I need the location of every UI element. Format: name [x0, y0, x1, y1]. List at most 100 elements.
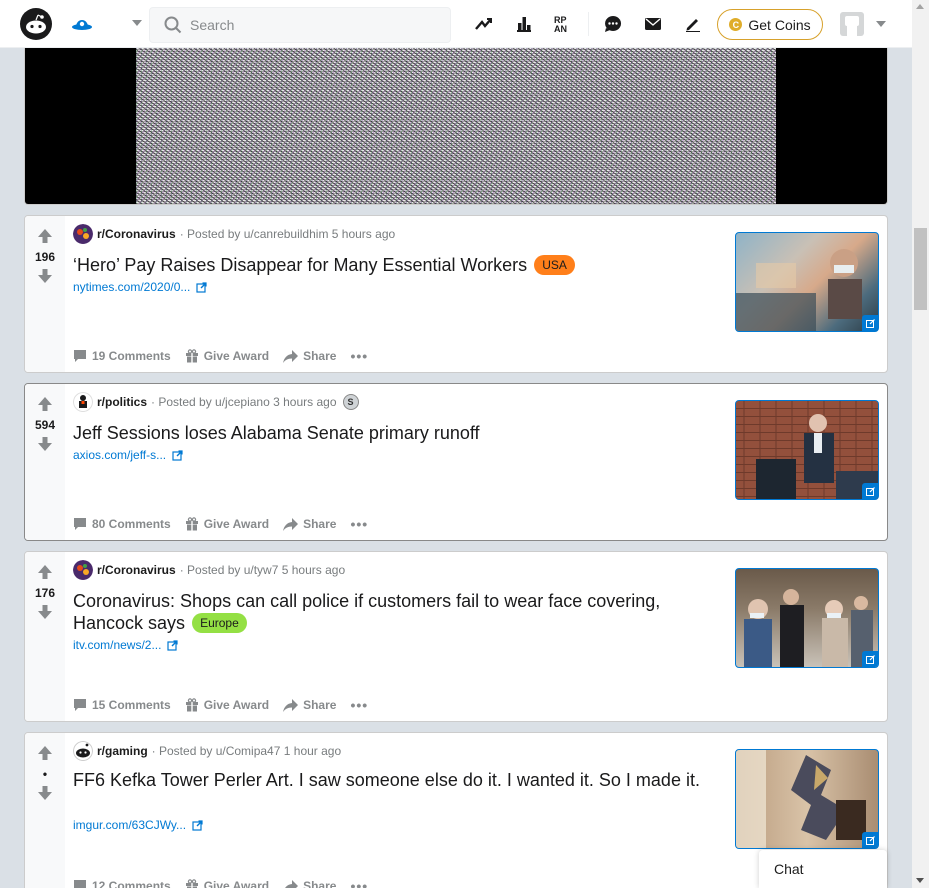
comments-label: 15 Comments — [92, 698, 171, 712]
page-scrollbar[interactable] — [912, 0, 929, 888]
top-header: RPAN C Get Coins — [0, 0, 912, 48]
thumbnail-external-icon — [862, 651, 878, 667]
upvote-icon[interactable] — [37, 396, 53, 412]
subreddit-link[interactable]: r/gaming — [97, 744, 148, 758]
reddit-logo[interactable] — [20, 8, 52, 40]
comment-icon — [74, 518, 86, 530]
post-title[interactable]: Jeff Sessions loses Alabama Senate prima… — [73, 422, 703, 444]
comments-button[interactable]: 19 Comments — [73, 349, 171, 363]
all-icon[interactable] — [512, 12, 536, 36]
give-award-label: Give Award — [203, 879, 270, 888]
post-title-text[interactable]: Coronavirus: Shops can call police if cu… — [73, 591, 660, 633]
post-thumbnail[interactable] — [735, 749, 879, 849]
downvote-icon[interactable] — [37, 268, 53, 284]
vote-column: 594 — [25, 384, 65, 540]
give-award-button[interactable]: Give Award — [185, 698, 269, 712]
post-time[interactable]: 3 hours ago — [273, 395, 336, 409]
more-options-icon[interactable]: ••• — [350, 349, 368, 363]
search-input[interactable] — [190, 16, 440, 34]
silver-award-icon[interactable]: S — [342, 394, 359, 410]
popular-icon[interactable] — [472, 12, 496, 36]
more-options-icon[interactable]: ••• — [350, 879, 368, 888]
gift-icon — [185, 879, 198, 888]
subreddit-link[interactable]: r/Coronavirus — [97, 563, 176, 577]
comments-button[interactable]: 15 Comments — [73, 698, 171, 712]
post-time[interactable]: 5 hours ago — [282, 563, 345, 577]
post-title-text[interactable]: Jeff Sessions loses Alabama Senate prima… — [73, 423, 480, 443]
posted-by[interactable]: · Posted by u/Comipa47 — [152, 744, 281, 758]
upvote-icon[interactable] — [37, 564, 53, 580]
post-link-text[interactable]: nytimes.com/2020/0... — [73, 280, 190, 294]
post-thumbnail[interactable] — [735, 232, 879, 332]
subreddit-icon[interactable] — [73, 560, 93, 580]
give-award-label: Give Award — [203, 698, 270, 712]
share-button[interactable]: Share — [283, 517, 336, 531]
downvote-icon[interactable] — [37, 436, 53, 452]
subreddit-link[interactable]: r/Coronavirus — [97, 227, 176, 241]
post-thumbnail[interactable] — [735, 568, 879, 668]
more-options-icon[interactable]: ••• — [350, 517, 368, 531]
post-thumbnail[interactable] — [735, 400, 879, 500]
post-link[interactable]: nytimes.com/2020/0... — [73, 280, 207, 294]
share-button[interactable]: Share — [283, 698, 336, 712]
post-title-text[interactable]: FF6 Kefka Tower Perler Art. I saw someon… — [73, 770, 700, 790]
post-time[interactable]: 5 hours ago — [332, 227, 395, 241]
downvote-icon[interactable] — [37, 604, 53, 620]
post-link[interactable]: itv.com/news/2... — [73, 638, 179, 652]
home-feed-icon[interactable] — [70, 12, 94, 36]
post-link[interactable]: axios.com/jeff-s... — [73, 448, 183, 462]
posted-by[interactable]: · Posted by u/tyw7 — [180, 563, 279, 577]
post-link-text[interactable]: itv.com/news/2... — [73, 638, 161, 652]
share-icon — [284, 879, 299, 888]
subreddit-icon[interactable] — [73, 224, 93, 244]
more-options-icon[interactable]: ••• — [350, 698, 368, 712]
give-award-button[interactable]: Give Award — [185, 349, 269, 363]
user-dropdown-icon[interactable] — [876, 21, 886, 27]
give-award-button[interactable]: Give Award — [185, 879, 269, 888]
posted-by[interactable]: · Posted by u/jcepiano — [151, 395, 270, 409]
search-box[interactable] — [149, 7, 451, 43]
post-link[interactable]: imgur.com/63CJWy... — [73, 818, 203, 832]
comments-button[interactable]: 12 Comments — [73, 879, 171, 888]
feed-dropdown-icon[interactable] — [132, 20, 142, 26]
post-flair[interactable]: Europe — [192, 613, 247, 633]
gift-icon — [185, 698, 198, 712]
post-flair[interactable]: USA — [534, 255, 575, 275]
mail-icon[interactable] — [641, 12, 665, 36]
share-button[interactable]: Share — [283, 349, 336, 363]
post-title[interactable]: FF6 Kefka Tower Perler Art. I saw someon… — [73, 769, 703, 791]
post-title[interactable]: ‘Hero’ Pay Raises Disappear for Many Ess… — [73, 254, 703, 276]
chat-icon[interactable] — [601, 12, 625, 36]
scroll-up-arrow-icon[interactable] — [916, 4, 924, 9]
scroll-thumb[interactable] — [914, 228, 927, 310]
posted-by[interactable]: · Posted by u/canrebuildhim — [180, 227, 329, 241]
share-label: Share — [303, 517, 337, 531]
comments-button[interactable]: 80 Comments — [73, 517, 171, 531]
chat-bar[interactable]: Chat — [759, 850, 887, 888]
upvote-icon[interactable] — [37, 745, 53, 761]
share-button[interactable]: Share — [283, 879, 336, 888]
post-title[interactable]: Coronavirus: Shops can call police if cu… — [73, 590, 703, 634]
create-post-icon[interactable] — [681, 12, 705, 36]
get-coins-button[interactable]: C Get Coins — [717, 9, 823, 40]
rpan-icon[interactable]: RP AN — [552, 12, 576, 36]
chat-label[interactable]: Chat — [774, 861, 804, 877]
post-title-text[interactable]: ‘Hero’ Pay Raises Disappear for Many Ess… — [73, 255, 527, 275]
post-link-text[interactable]: imgur.com/63CJWy... — [73, 818, 186, 832]
post-card[interactable]: 594 r/politics · Posted by u/jcepiano 3 … — [24, 383, 888, 541]
post-link-text[interactable]: axios.com/jeff-s... — [73, 448, 166, 462]
subreddit-link[interactable]: r/politics — [97, 395, 147, 409]
downvote-icon[interactable] — [37, 785, 53, 801]
external-link-icon — [196, 281, 207, 293]
give-award-button[interactable]: Give Award — [185, 517, 269, 531]
subreddit-icon[interactable] — [73, 741, 93, 761]
video-post-media[interactable] — [24, 48, 888, 205]
scroll-down-arrow-icon[interactable] — [916, 878, 924, 883]
post-card[interactable]: 196 r/Coronavirus · Posted by u/canrebui… — [24, 215, 888, 373]
user-avatar[interactable] — [840, 12, 864, 36]
post-time[interactable]: 1 hour ago — [284, 744, 341, 758]
post-actions: 19 Comments Give Award Share ••• — [73, 346, 368, 366]
upvote-icon[interactable] — [37, 228, 53, 244]
post-card[interactable]: 176 r/Coronavirus · Posted by u/tyw7 5 h… — [24, 551, 888, 722]
subreddit-icon[interactable] — [73, 392, 93, 412]
